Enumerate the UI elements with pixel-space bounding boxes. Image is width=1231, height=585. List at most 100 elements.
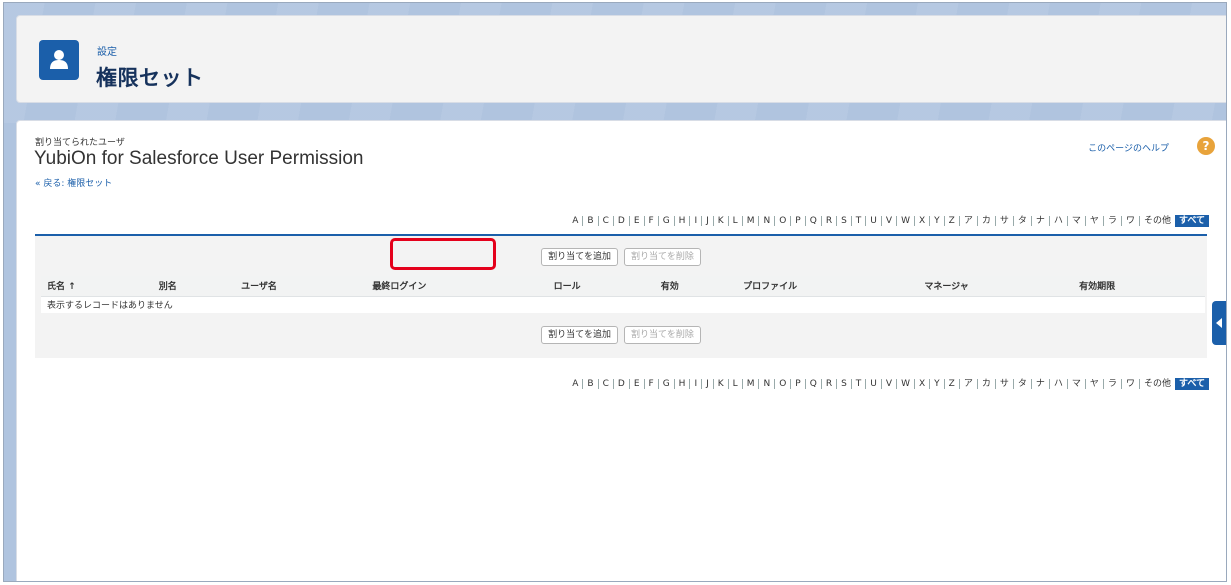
alpha-filter-letter[interactable]: ナ — [1030, 379, 1049, 389]
alpha-filter-letter[interactable]: すべて — [1174, 215, 1209, 227]
alpha-filter-letter[interactable]: H — [673, 379, 690, 389]
alpha-filter-letter[interactable]: K — [712, 379, 728, 389]
alpha-filter-letter[interactable]: V — [880, 216, 896, 226]
alpha-filter-letter[interactable]: ラ — [1102, 379, 1121, 389]
alpha-filter-letter[interactable]: T — [850, 379, 866, 389]
alpha-filter-letter[interactable]: ア — [958, 216, 977, 226]
alpha-filter-letter[interactable]: ワ — [1120, 379, 1139, 389]
collapse-panel-tab[interactable] — [1212, 301, 1226, 345]
column-header-alias[interactable]: 別名 — [152, 276, 236, 297]
alpha-filter-letter[interactable]: B — [582, 379, 597, 389]
breadcrumb-setup-link[interactable]: 設定 — [97, 43, 117, 58]
alpha-filter-letter[interactable]: B — [582, 216, 597, 226]
alpha-filter-letter[interactable]: P — [790, 216, 804, 226]
alpha-filter-letter[interactable]: ワ — [1120, 216, 1139, 226]
alpha-filter-letter[interactable]: その他 — [1138, 216, 1175, 226]
column-header-username[interactable]: ユーザ名 — [235, 276, 367, 297]
column-header-manager[interactable]: マネージャ — [918, 276, 1074, 297]
alpha-filter-letter[interactable]: ナ — [1030, 216, 1049, 226]
alpha-filter-letter[interactable]: その他 — [1138, 379, 1175, 389]
column-header-name[interactable]: 氏名 ↑ — [41, 276, 153, 297]
help-link[interactable]: このページのヘルプ — [1088, 141, 1169, 154]
alpha-filter-letter[interactable]: W — [896, 216, 914, 226]
alpha-filter-letter[interactable]: ヤ — [1084, 216, 1103, 226]
alpha-filter-letter[interactable]: T — [850, 216, 866, 226]
alpha-filter-letter[interactable]: ハ — [1048, 379, 1067, 389]
alpha-filter-letter[interactable]: M — [741, 379, 759, 389]
alpha-filter-letter[interactable]: V — [880, 379, 896, 389]
alpha-filter-letter[interactable]: カ — [976, 379, 995, 389]
alpha-filter-letter[interactable]: タ — [1012, 379, 1031, 389]
alpha-filter-letter[interactable]: E — [628, 216, 644, 226]
alpha-filter-letter[interactable]: J — [701, 379, 713, 389]
related-list: 割り当てを追加 割り当てを削除 氏名 ↑ 別名 ユーザ名 最終ログイン ロール … — [35, 234, 1207, 358]
alpha-filter-letter[interactable]: Z — [943, 379, 959, 389]
alpha-filter-letter[interactable]: L — [727, 379, 742, 389]
add-assignment-button-bottom[interactable]: 割り当てを追加 — [541, 326, 618, 344]
alpha-filter-letter[interactable]: マ — [1066, 216, 1085, 226]
alpha-filter-letter[interactable]: F — [643, 216, 658, 226]
alpha-filter-letter[interactable]: H — [673, 216, 690, 226]
alpha-filter-letter[interactable]: すべて — [1174, 378, 1209, 390]
setup-frame: 設定 権限セット 割り当てられたユーザ YubiOn for Salesforc… — [3, 2, 1227, 582]
alpha-filter-letter[interactable]: S — [836, 216, 851, 226]
alpha-filter-bottom: A B C D E F G H I J K L M N O P Q R S T U V W X Y Z アカサタナハマヤラワその他す… — [568, 378, 1209, 390]
record-type-label: 割り当てられたユーザ — [35, 138, 125, 148]
remove-assignment-button[interactable]: 割り当てを削除 — [624, 248, 701, 266]
column-header-last-login[interactable]: 最終ログイン — [366, 276, 548, 297]
alpha-filter-letter[interactable]: C — [597, 379, 613, 389]
alpha-filter-letter[interactable]: F — [643, 379, 658, 389]
user-icon — [39, 40, 79, 80]
column-header-role[interactable]: ロール — [547, 276, 655, 297]
alpha-filter-letter[interactable]: G — [657, 379, 674, 389]
alpha-filter-top: A B C D E F G H I J K L M N O P Q R S T U V W X Y Z アカサタナハマヤラワその他す… — [568, 215, 1209, 227]
alpha-filter-letter[interactable]: D — [612, 216, 629, 226]
alpha-filter-letter[interactable]: ア — [958, 379, 977, 389]
alpha-filter-letter[interactable]: D — [612, 379, 629, 389]
alpha-filter-letter[interactable]: Q — [804, 379, 821, 389]
alpha-filter-letter[interactable]: S — [836, 379, 851, 389]
alpha-filter-letter[interactable]: A — [568, 216, 582, 226]
alpha-filter-letter[interactable]: I — [689, 216, 701, 226]
alpha-filter-letter[interactable]: E — [628, 379, 644, 389]
alpha-filter-letter[interactable]: サ — [994, 379, 1013, 389]
alpha-filter-letter[interactable]: Y — [929, 379, 944, 389]
alpha-filter-letter[interactable]: ヤ — [1084, 379, 1103, 389]
help-icon[interactable]: ? — [1197, 137, 1215, 155]
alpha-filter-letter[interactable]: Y — [929, 216, 944, 226]
alpha-filter-letter[interactable]: カ — [976, 216, 995, 226]
alpha-filter-letter[interactable]: ハ — [1048, 216, 1067, 226]
alpha-filter-letter[interactable]: Q — [804, 216, 821, 226]
alpha-filter-letter[interactable]: マ — [1066, 379, 1085, 389]
back-link[interactable]: « 戻る: 権限セット — [35, 176, 112, 189]
alpha-filter-letter[interactable]: N — [758, 379, 774, 389]
alpha-filter-letter[interactable]: R — [820, 379, 836, 389]
alpha-filter-letter[interactable]: ラ — [1102, 216, 1121, 226]
alpha-filter-letter[interactable]: N — [758, 216, 774, 226]
column-header-expiration[interactable]: 有効期限 — [1073, 276, 1205, 297]
alpha-filter-letter[interactable]: L — [727, 216, 742, 226]
alpha-filter-letter[interactable]: K — [712, 216, 728, 226]
alpha-filter-letter[interactable]: G — [657, 216, 674, 226]
alpha-filter-letter[interactable]: C — [597, 216, 613, 226]
alpha-filter-letter[interactable]: U — [865, 379, 881, 389]
alpha-filter-letter[interactable]: X — [913, 379, 929, 389]
alpha-filter-letter[interactable]: J — [701, 216, 713, 226]
remove-assignment-button-bottom[interactable]: 割り当てを削除 — [624, 326, 701, 344]
column-header-active[interactable]: 有効 — [654, 276, 738, 297]
alpha-filter-letter[interactable]: O — [774, 216, 790, 226]
alpha-filter-letter[interactable]: U — [865, 216, 881, 226]
alpha-filter-letter[interactable]: M — [741, 216, 759, 226]
alpha-filter-letter[interactable]: A — [568, 379, 582, 389]
alpha-filter-letter[interactable]: タ — [1012, 216, 1031, 226]
alpha-filter-letter[interactable]: X — [913, 216, 929, 226]
alpha-filter-letter[interactable]: Z — [943, 216, 959, 226]
alpha-filter-letter[interactable]: O — [774, 379, 790, 389]
column-header-profile[interactable]: プロファイル — [737, 276, 919, 297]
alpha-filter-letter[interactable]: W — [896, 379, 914, 389]
alpha-filter-letter[interactable]: R — [820, 216, 836, 226]
alpha-filter-letter[interactable]: P — [790, 379, 804, 389]
alpha-filter-letter[interactable]: I — [689, 379, 701, 389]
add-assignment-button[interactable]: 割り当てを追加 — [541, 248, 618, 266]
alpha-filter-letter[interactable]: サ — [994, 216, 1013, 226]
